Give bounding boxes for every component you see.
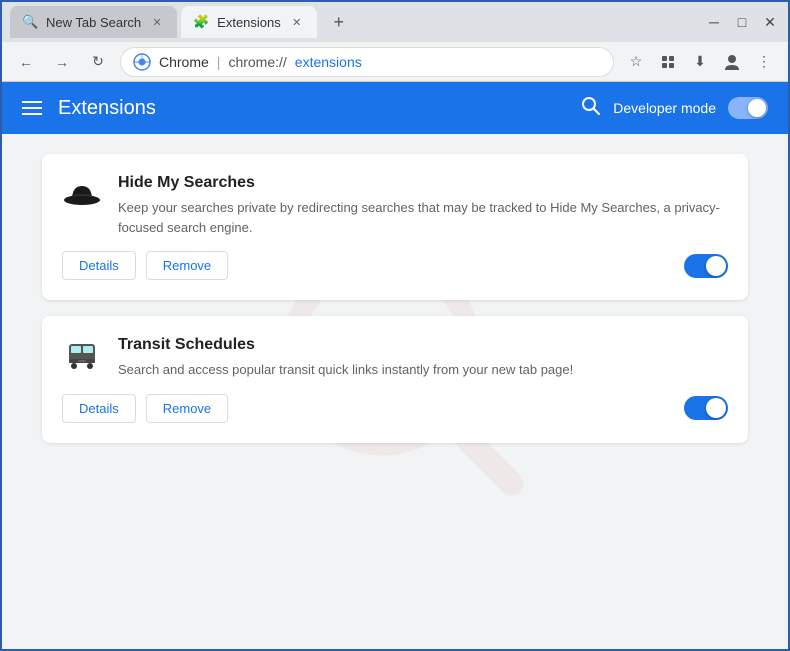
- ext-desc-1: Keep your searches private by redirectin…: [118, 198, 728, 237]
- details-button-2[interactable]: Details: [62, 394, 136, 423]
- ext-info-1: Hide My Searches Keep your searches priv…: [118, 174, 728, 237]
- extensions-tab-icon: 🧩: [193, 14, 209, 30]
- download-icon[interactable]: ⬇: [686, 48, 714, 76]
- minimize-button[interactable]: ─: [704, 12, 724, 32]
- forward-button[interactable]: →: [48, 48, 76, 76]
- toggle-knob: [748, 99, 766, 117]
- ext-footer-2: Details Remove: [62, 394, 728, 423]
- developer-mode-toggle[interactable]: [728, 97, 768, 119]
- close-button[interactable]: ✕: [760, 12, 780, 32]
- header-right: Developer mode: [581, 96, 768, 121]
- ext-footer-1: Details Remove: [62, 251, 728, 280]
- hamburger-line-2: [22, 107, 42, 109]
- browser-window: 🔍 New Tab Search ✕ 🧩 Extensions ✕ + ─ □ …: [0, 0, 790, 651]
- chrome-globe-icon: [133, 53, 151, 71]
- tab-extensions[interactable]: 🧩 Extensions ✕: [181, 6, 317, 38]
- back-button[interactable]: ←: [12, 48, 40, 76]
- reload-button[interactable]: ↻: [84, 48, 112, 76]
- ext-name-1: Hide My Searches: [118, 174, 728, 192]
- extension-card-transit-schedules: Transit Schedules Search and access popu…: [42, 316, 748, 443]
- menu-icon[interactable]: ⋮: [750, 48, 778, 76]
- remove-button-2[interactable]: Remove: [146, 394, 228, 423]
- address-bar-row: ← → ↻ Chrome | chrome:// extensions ☆: [2, 42, 788, 82]
- tab-new-tab-search[interactable]: 🔍 New Tab Search ✕: [10, 6, 177, 38]
- new-tab-button[interactable]: +: [325, 8, 353, 36]
- hide-my-searches-icon: [62, 174, 102, 214]
- tab-close-1[interactable]: ✕: [149, 14, 165, 30]
- title-bar: 🔍 New Tab Search ✕ 🧩 Extensions ✕ + ─ □ …: [2, 2, 788, 42]
- ext-header-1: Hide My Searches Keep your searches priv…: [62, 174, 728, 237]
- profile-icon[interactable]: [718, 48, 746, 76]
- header-search-icon[interactable]: [581, 96, 601, 121]
- bookmark-icon[interactable]: ☆: [622, 48, 650, 76]
- remove-button-1[interactable]: Remove: [146, 251, 228, 280]
- address-bar[interactable]: Chrome | chrome:// extensions: [120, 47, 614, 77]
- hamburger-line-3: [22, 113, 42, 115]
- extensions-toolbar-icon[interactable]: [654, 48, 682, 76]
- ext-header-2: Transit Schedules Search and access popu…: [62, 336, 728, 380]
- extension-card-hide-my-searches: Hide My Searches Keep your searches priv…: [42, 154, 748, 300]
- main-content: fish.com: [2, 134, 788, 649]
- ext-info-2: Transit Schedules Search and access popu…: [118, 336, 728, 380]
- extensions-page-title: Extensions: [58, 97, 156, 120]
- developer-mode-label: Developer mode: [613, 100, 716, 116]
- tab-title-2: Extensions: [217, 15, 281, 30]
- tab-title-1: New Tab Search: [46, 15, 141, 30]
- url-prefix: chrome://: [228, 54, 286, 70]
- ext-toggle-knob-1: [706, 256, 726, 276]
- extensions-header: Extensions Developer mode: [2, 82, 788, 134]
- ext-desc-2: Search and access popular transit quick …: [118, 360, 728, 380]
- search-tab-icon: 🔍: [22, 14, 38, 30]
- browser-name-label: Chrome: [159, 54, 209, 70]
- hamburger-menu[interactable]: [22, 101, 42, 115]
- maximize-button[interactable]: □: [732, 12, 752, 32]
- ext-name-2: Transit Schedules: [118, 336, 728, 354]
- url-path: extensions: [295, 54, 362, 70]
- details-button-1[interactable]: Details: [62, 251, 136, 280]
- toolbar-icons: ☆ ⬇ ⋮: [622, 48, 778, 76]
- hamburger-line-1: [22, 101, 42, 103]
- ext-toggle-1[interactable]: [684, 254, 728, 278]
- ext-toggle-2[interactable]: [684, 396, 728, 420]
- ext-toggle-knob-2: [706, 398, 726, 418]
- transit-schedules-icon: [62, 336, 102, 376]
- tab-close-2[interactable]: ✕: [289, 14, 305, 30]
- window-controls: ─ □ ✕: [704, 12, 780, 32]
- url-divider: |: [217, 54, 221, 70]
